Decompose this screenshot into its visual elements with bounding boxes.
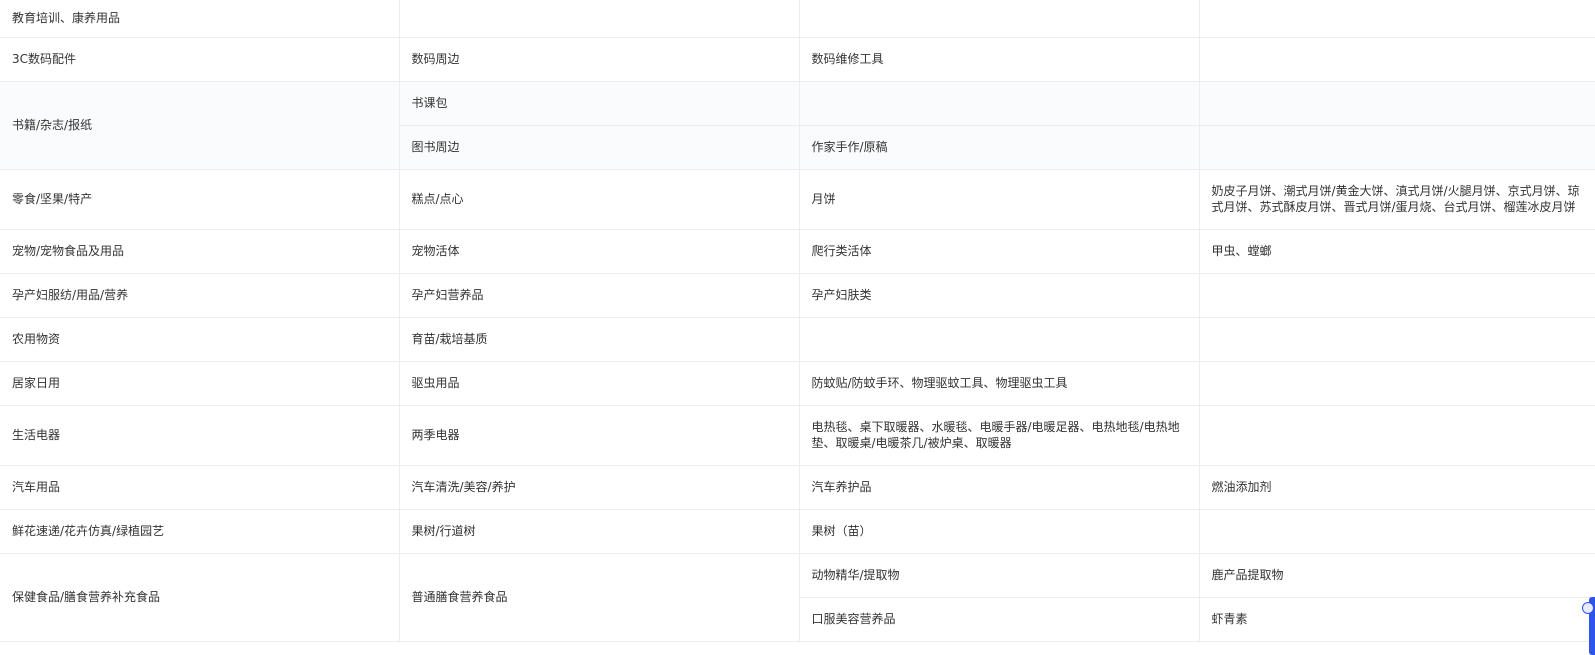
table-cell [1198, 360, 1595, 406]
table-cell: 口服美容营养品 [799, 596, 1200, 642]
table-cell: 数码周边 [398, 36, 800, 82]
table-cell [398, 0, 800, 38]
table-row: 孕产妇服纺/用品/营养 孕产妇营养品 孕产妇肤类 [0, 272, 1595, 318]
table-cell: 动物精华/提取物 [798, 552, 1200, 598]
table-cell: 月饼 [798, 168, 1200, 230]
table-cell: 图书周边 [399, 124, 800, 170]
table-cell: 书课包 [398, 80, 800, 126]
table-row: 鲜花速递/花卉仿真/绿植园艺 果树/行道树 果树（苗） [0, 508, 1595, 554]
table-cell: 生活电器 [0, 404, 400, 466]
table-cell: 宠物活体 [398, 228, 800, 274]
table-cell: 农用物资 [0, 316, 400, 362]
table-cell: 普通膳食营养食品 [398, 552, 800, 642]
category-table: 教育培训、康养用品 3C数码配件 数码周边 数码维修工具 书籍/杂志/报纸 书课… [0, 0, 1595, 642]
table-cell: 爬行类活体 [798, 228, 1200, 274]
table-cell [1198, 316, 1595, 362]
table-row: 宠物/宠物食品及用品 宠物活体 爬行类活体 甲虫、螳螂 [0, 228, 1595, 274]
table-cell: 育苗/栽培基质 [398, 316, 800, 362]
table-cell: 汽车养护品 [798, 464, 1200, 510]
table-cell: 零食/坚果/特产 [0, 168, 400, 230]
table-row: 教育培训、康养用品 [0, 0, 1595, 38]
table-cell: 汽车用品 [0, 464, 400, 510]
table-row: 生活电器 两季电器 电热毯、桌下取暖器、水暖毯、电暖手器/电暖足器、电热地毯/电… [0, 404, 1595, 466]
table-cell [798, 316, 1200, 362]
table-cell: 糕点/点心 [398, 168, 800, 230]
table-cell: 驱虫用品 [398, 360, 800, 406]
table-cell [1198, 404, 1595, 466]
table-cell [1198, 0, 1595, 38]
table-cell: 燃油添加剂 [1198, 464, 1595, 510]
table-cell: 电热毯、桌下取暖器、水暖毯、电暖手器/电暖足器、电热地毯/电热地垫、取暖桌/电暖… [798, 404, 1200, 466]
table-cell: 虾青素 [1198, 596, 1595, 642]
table-cell [1198, 124, 1595, 170]
table-cell: 孕产妇肤类 [798, 272, 1200, 318]
table-cell: 鹿产品提取物 [1198, 552, 1595, 598]
table-cell: 果树/行道树 [398, 508, 800, 554]
table-row: 3C数码配件 数码周边 数码维修工具 [0, 36, 1595, 82]
table-cell: 汽车清洗/美容/养护 [398, 464, 800, 510]
scroll-knob[interactable] [1582, 602, 1594, 614]
table-cell: 居家日用 [0, 360, 400, 406]
table-cell: 3C数码配件 [0, 36, 400, 82]
table-cell: 果树（苗） [798, 508, 1200, 554]
table-cell: 数码维修工具 [798, 36, 1200, 82]
table-row: 零食/坚果/特产 糕点/点心 月饼 奶皮子月饼、潮式月饼/黄金大饼、滇式月饼/火… [0, 168, 1595, 230]
table-cell [1198, 508, 1595, 554]
table-cell: 宠物/宠物食品及用品 [0, 228, 400, 274]
table-cell [1198, 36, 1595, 82]
table-cell: 书籍/杂志/报纸 [0, 80, 400, 170]
table-cell [798, 80, 1200, 126]
table-cell: 甲虫、螳螂 [1198, 228, 1595, 274]
table-cell: 两季电器 [398, 404, 800, 466]
table-row: 农用物资 育苗/栽培基质 [0, 316, 1595, 362]
table-cell: 鲜花速递/花卉仿真/绿植园艺 [0, 508, 400, 554]
table-cell: 防蚊贴/防蚊手环、物理驱蚊工具、物理驱虫工具 [798, 360, 1200, 406]
table-cell: 作家手作/原稿 [798, 124, 1200, 170]
table-row: 保健食品/膳食营养补充食品 普通膳食营养食品 动物精华/提取物 鹿产品提取物 [0, 552, 1595, 642]
table-cell: 孕产妇服纺/用品/营养 [0, 272, 400, 318]
table-cell: 孕产妇营养品 [398, 272, 800, 318]
table-row: 书籍/杂志/报纸 书课包 [0, 80, 1595, 170]
table-cell [1198, 272, 1595, 318]
table-cell: 保健食品/膳食营养补充食品 [0, 552, 400, 642]
table-cell [798, 0, 1200, 38]
table-cell: 奶皮子月饼、潮式月饼/黄金大饼、滇式月饼/火腿月饼、京式月饼、琼式月饼、苏式酥皮… [1198, 168, 1595, 230]
table-cell: 教育培训、康养用品 [0, 0, 400, 38]
table-row: 居家日用 驱虫用品 防蚊贴/防蚊手环、物理驱蚊工具、物理驱虫工具 [0, 360, 1595, 406]
table-cell [1198, 80, 1595, 126]
table-row: 汽车用品 汽车清洗/美容/养护 汽车养护品 燃油添加剂 [0, 464, 1595, 510]
